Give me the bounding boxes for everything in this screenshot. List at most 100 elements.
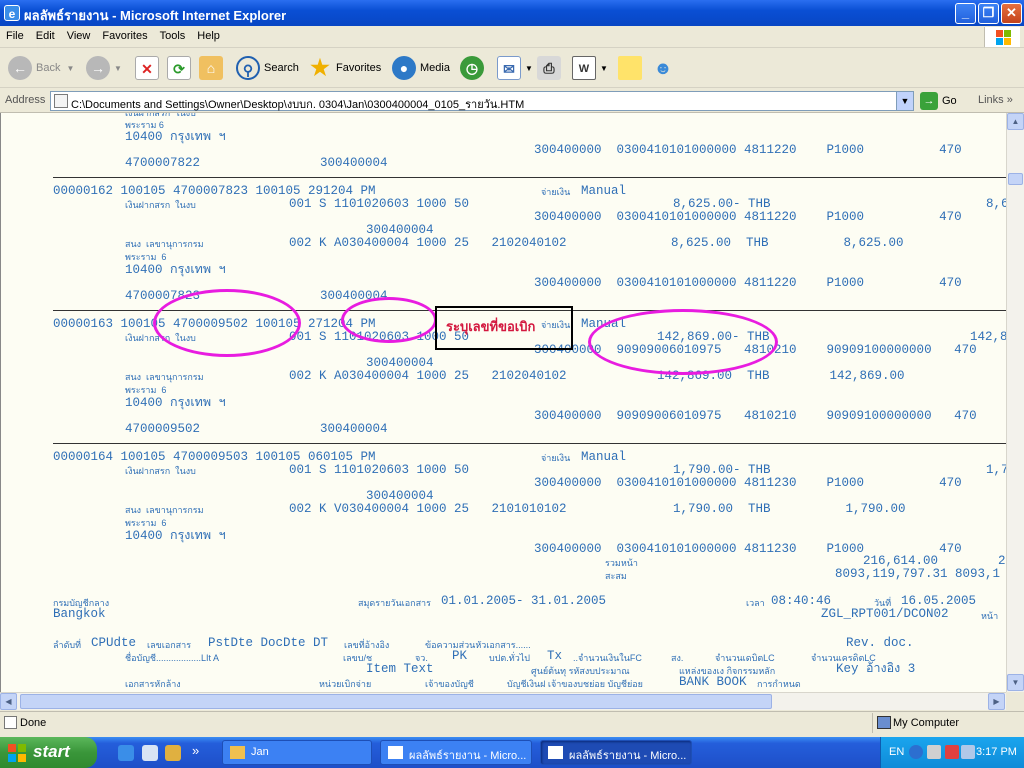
note-icon: [618, 56, 642, 80]
windows-logo-icon: [984, 27, 1020, 47]
vertical-scrollbar[interactable]: ▲ ▼: [1006, 113, 1024, 692]
back-arrow-icon: ←: [8, 56, 32, 80]
divider: [53, 177, 1006, 178]
home-button[interactable]: ⌂: [199, 54, 227, 82]
menu-view[interactable]: View: [61, 26, 97, 46]
folder-icon: [230, 746, 245, 759]
column-header: เอกสารหักล้าง: [125, 679, 181, 689]
refresh-button[interactable]: ⟳: [167, 54, 195, 82]
report-id: ZGL_RPT001/DCON02: [821, 607, 949, 621]
chevron-right-icon[interactable]: »: [192, 743, 199, 758]
print-button[interactable]: ⎙: [537, 54, 565, 82]
report-text: 001 S 1101020603 1000 50: [289, 463, 470, 477]
history-button[interactable]: ◷: [460, 54, 488, 82]
task-ie-2[interactable]: ผลลัพธ์รายงาน - Micro...: [540, 740, 692, 765]
task-ie-1[interactable]: ผลลัพธ์รายงาน - Micro...: [380, 740, 532, 765]
security-zone: My Computer: [872, 713, 1024, 733]
column-header: ..จำนวนเงินในFC: [573, 653, 642, 663]
column-header: บัญชีเงินฝ เจ้าของบชย่อย บัญชีย่อย: [507, 679, 643, 689]
highlight-ellipse: [588, 309, 778, 375]
report-text: จ่ายเงิน: [541, 453, 571, 463]
report-text: 10400 กรุงเทพ ฯ: [125, 263, 226, 277]
toolbar: ← Back ▼ → ▼ ✕ ⟳ ⌂ ⚲ Search ★ Favorites …: [0, 48, 1024, 88]
scroll-up-button[interactable]: ▲: [1007, 113, 1024, 130]
column-header: บปต.ทั่วไป: [489, 653, 530, 663]
messenger-button[interactable]: ☻: [651, 54, 679, 82]
restore-button[interactable]: ❐: [978, 3, 999, 24]
forward-arrow-icon: →: [86, 56, 110, 80]
report-text: 300400000 0300410101000000 4811230 P1000…: [534, 476, 962, 490]
security-icon[interactable]: [945, 745, 959, 759]
favorites-button[interactable]: ★ Favorites: [308, 54, 381, 82]
chevron-down-icon: ▼: [114, 63, 122, 73]
search-icon: ⚲: [236, 56, 260, 80]
chevron-down-icon: ▼: [525, 63, 533, 73]
report-text: Bangkok: [53, 607, 106, 621]
horizontal-scrollbar[interactable]: ◀ ▶: [0, 692, 1006, 710]
home-icon: ⌂: [199, 56, 223, 80]
menu-favorites[interactable]: Favorites: [96, 26, 153, 46]
column-header: Key อ้างอิง 3: [836, 662, 916, 676]
report-text: 002 K A030400004 1000 25 2102040102: [289, 369, 567, 383]
chevron-down-icon[interactable]: ▼: [896, 92, 913, 110]
go-button[interactable]: → Go: [920, 92, 957, 110]
media-quicklaunch-icon[interactable]: [165, 745, 181, 761]
column-header: หน่วยเบิกจ่าย: [319, 679, 372, 689]
scroll-down-button[interactable]: ▼: [1007, 674, 1024, 691]
menu-file[interactable]: File: [0, 26, 30, 46]
menu-tools[interactable]: Tools: [154, 26, 192, 46]
column-header: เจ้าของบัญชี: [425, 679, 474, 689]
close-button[interactable]: ✕: [1001, 3, 1022, 24]
report-text: เวลา: [746, 598, 765, 608]
volume-icon[interactable]: [961, 745, 975, 759]
links-button[interactable]: Links »: [978, 94, 1013, 106]
discuss-button[interactable]: [618, 54, 646, 82]
ie-quicklaunch-icon[interactable]: [118, 745, 134, 761]
horizontal-scroll-thumb[interactable]: [20, 694, 772, 709]
report-text: 10400 กรุงเทพ ฯ: [125, 130, 226, 144]
back-button[interactable]: ← Back ▼: [8, 54, 74, 82]
menu-edit[interactable]: Edit: [30, 26, 61, 46]
column-header: BANK BOOK: [679, 675, 747, 689]
chevron-left-icon[interactable]: [909, 745, 923, 759]
stop-icon: ✕: [135, 56, 159, 80]
report-text: 1,7: [986, 463, 1006, 477]
history-icon: ◷: [460, 56, 484, 80]
divider: [53, 443, 1006, 444]
column-header: ศูนย์ต้นทุ รหัสงบประมาณ: [531, 666, 630, 676]
report-text: สนง เลขานุการกรม: [125, 239, 204, 249]
report-text: 4700007822 300400004: [125, 156, 388, 170]
column-header: เลขเอกสาร: [147, 640, 192, 650]
printer-icon: ⎙: [537, 56, 561, 80]
status-bar: Done My Computer: [0, 711, 1024, 733]
menu-help[interactable]: Help: [191, 26, 226, 46]
start-button[interactable]: start: [0, 737, 97, 768]
address-input[interactable]: C:\Documents and Settings\Owner\Desktop\…: [50, 91, 914, 111]
media-button[interactable]: ● Media: [392, 54, 450, 82]
scroll-left-button[interactable]: ◀: [0, 693, 17, 710]
minimize-button[interactable]: _: [955, 3, 976, 24]
globe-icon: ●: [392, 56, 416, 80]
desktop-quicklaunch-icon[interactable]: [142, 745, 158, 761]
column-header: PK: [452, 649, 468, 663]
language-indicator[interactable]: EN: [889, 746, 904, 758]
report-text: สะสม: [605, 571, 627, 581]
refresh-icon: ⟳: [167, 56, 191, 80]
title-bar[interactable]: e ผลลัพธ์รายงาน - Microsoft Internet Exp…: [0, 0, 1024, 26]
mail-button[interactable]: ✉ ▼: [497, 54, 533, 82]
messenger-icon: ☻: [653, 58, 673, 78]
report-text: 300400000 90909006010975 4810210 9090910…: [534, 409, 977, 423]
report-text: 1,790.00 THB 1,790.00: [673, 502, 906, 516]
report-text: Manual: [581, 450, 627, 464]
edit-button[interactable]: W ▼: [572, 54, 608, 82]
scroll-right-button[interactable]: ▶: [988, 693, 1005, 710]
task-label: ผลลัพธ์รายงาน - Micro...: [409, 750, 527, 762]
search-button[interactable]: ⚲ Search: [236, 54, 299, 82]
task-jan[interactable]: Jan: [222, 740, 372, 765]
taskbar: start » Jan ผลลัพธ์รายงาน - Micro... ผลล…: [0, 737, 1024, 768]
forward-button[interactable]: → ▼: [86, 54, 122, 82]
report-text: 10400 กรุงเทพ ฯ: [125, 396, 226, 410]
network-icon[interactable]: [927, 745, 941, 759]
vertical-scroll-thumb[interactable]: [1008, 173, 1023, 185]
stop-button[interactable]: ✕: [135, 54, 163, 82]
